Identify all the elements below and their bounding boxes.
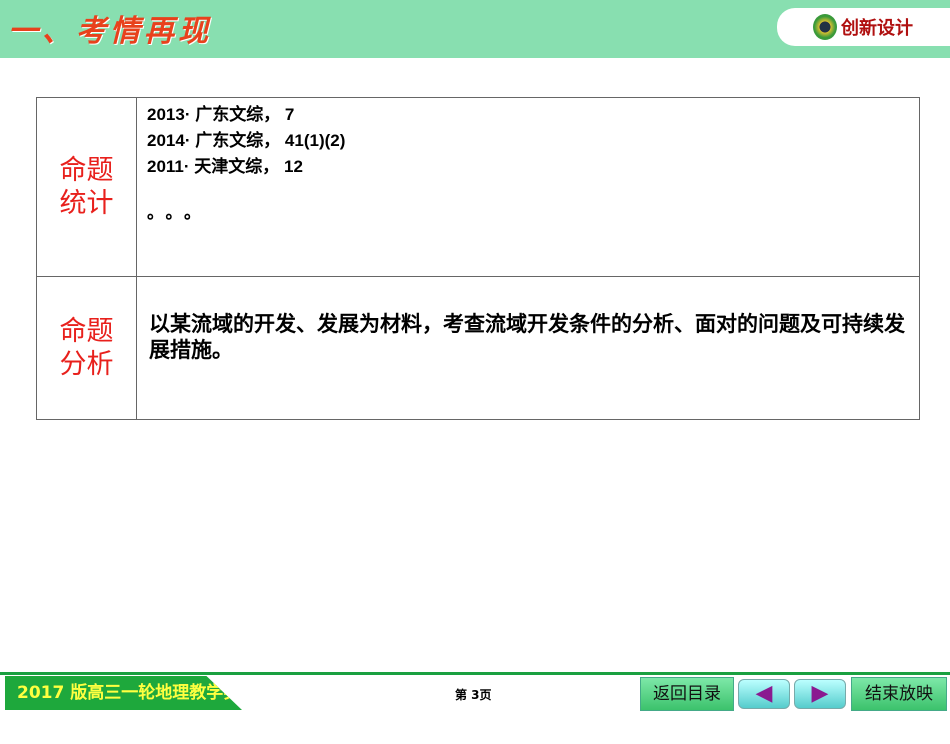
exam-info-table: 命题 统计 2013· 广东文综， 7 2014· 广东文综， 41(1)(2) … xyxy=(36,97,920,420)
logo-text: 创新设计 xyxy=(841,18,913,39)
prev-slide-button[interactable]: ◀ xyxy=(738,679,790,709)
course-title: 2017 版高三一轮地理教学实用课件 xyxy=(5,676,242,710)
statistics-cell: 2013· 广东文综， 7 2014· 广东文综， 41(1)(2) 2011·… xyxy=(136,97,920,277)
stat-line: 2014· 广东文综， 41(1)(2) xyxy=(147,131,346,150)
table-row: 命题 统计 2013· 广东文综， 7 2014· 广东文综， 41(1)(2) … xyxy=(36,97,920,277)
logo: 创新设计 xyxy=(777,8,950,46)
row-label: 命题 分析 xyxy=(36,276,137,420)
back-to-contents-button[interactable]: 返回目录 xyxy=(640,677,734,711)
end-show-button[interactable]: 结束放映 xyxy=(851,677,947,711)
analysis-cell: 以某流域的开发、发展为材料，考查流域开发条件的分析、面对的问题及可持续发展措施。 xyxy=(136,276,920,420)
footer-divider xyxy=(0,672,950,675)
stat-line: 2013· 广东文综， 7 xyxy=(147,105,295,124)
ellipsis: 。。。 xyxy=(147,203,211,222)
page-number: 第 3页 xyxy=(455,688,492,702)
next-slide-button[interactable]: ▶ xyxy=(794,679,846,709)
logo-emblem-icon xyxy=(813,14,837,40)
slide-title: 一、考情再现 xyxy=(8,14,212,49)
table-row: 命题 分析 以某流域的开发、发展为材料，考查流域开发条件的分析、面对的问题及可持续… xyxy=(36,276,920,420)
stat-line: 2011· 天津文综， 12 xyxy=(147,157,303,176)
footer: 2017 版高三一轮地理教学实用课件 第 3页 返回目录 ◀ ▶ 结束放映 xyxy=(0,672,950,713)
row-label: 命题 统计 xyxy=(36,97,137,277)
header-bar: 一、考情再现 创新设计 xyxy=(0,0,950,58)
